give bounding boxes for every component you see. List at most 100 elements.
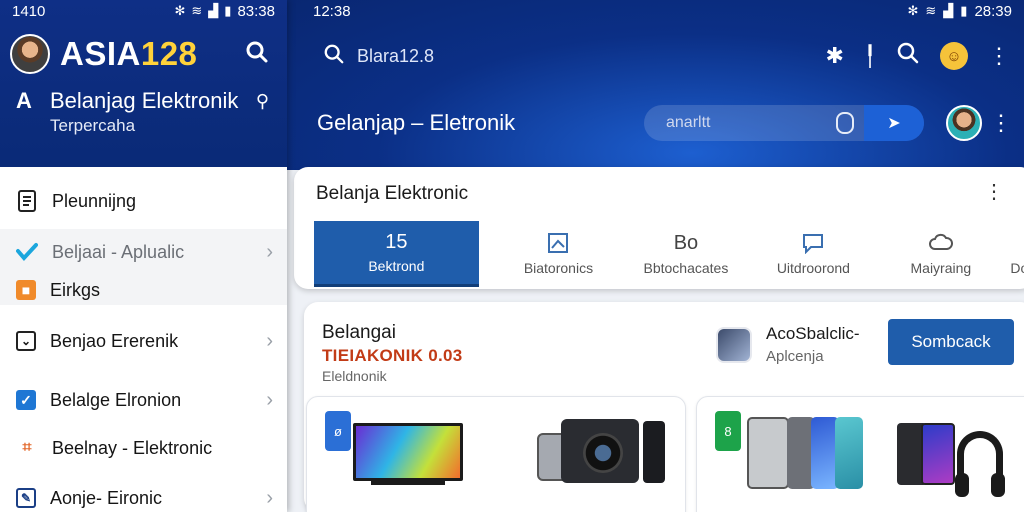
chevron-right-icon: › [266,486,273,509]
brand-row: ASIA128 [0,22,287,86]
tablet-image [921,423,955,485]
status-time: 1410 [12,2,46,20]
headphones-image [897,423,1017,497]
brand-number: 128 [140,35,198,72]
tab-partial[interactable]: Do [1005,221,1024,287]
orange-x-icon: ⌗ [22,439,32,456]
store-title: Belanjag Elektronik [50,88,239,113]
chevron-right-icon: › [266,240,273,263]
checkbox-icon: ✓ [16,390,36,410]
image-icon [547,232,569,254]
product-badge: ø [325,411,351,451]
store-subtitle: Terpercaha [50,116,136,135]
app-text: AcoSbalclic- Aplcenja [752,324,860,365]
search-icon[interactable] [323,43,345,70]
battery-icon: ▮ [960,3,968,18]
avatar[interactable] [10,34,50,74]
bluetooth-icon: ✻ [907,3,919,18]
product-badge: 8 [715,411,741,451]
menu-item-beljaai[interactable]: Beljaai - Aplualic › [0,229,287,275]
menu-label: Pleunnijng [52,190,137,211]
gear-icon[interactable]: ✱ [826,43,844,69]
send-button[interactable]: ➤ [864,105,924,141]
menu-item-aonje[interactable]: ✎ Aonje- Eironic › [0,473,287,512]
category-tabs: 15 Bektrond Biatoronics Bo Bbtochacates … [314,221,1024,287]
cloud-icon [928,232,953,254]
phones-image [747,417,867,489]
shield-check-icon [16,241,38,263]
promo-heading: Belangai [322,322,396,343]
promo-caption: Eleldnonik [322,368,387,384]
tab-bbtochacates[interactable]: Bo Bbtochacates [622,221,749,287]
status-icons: ✻ ≋ ▟ ▮ 28:39 [907,3,1012,20]
tab-label: Maiyraing [910,260,972,276]
menu-label: Benjao Ererenik [50,330,179,351]
more-vert-icon[interactable]: ⋮ [990,110,1012,136]
headphones-icon [955,431,1005,497]
category-card: Belanja Elektronic ⋮ 15 Bektrond Biatoro… [294,167,1024,289]
bluetooth-icon: ✻ [174,3,186,18]
page-title: Gelanjap – Eletronik [317,110,516,135]
square-chevron-icon: ⌄ [16,331,36,351]
tab-biatoronics[interactable]: Biatoronics [495,221,622,287]
navigation-drawer: 1410 ✻ ≋ ▟ ▮ 83:38 ASIA128 A Belanjag El… [0,0,287,512]
product-card[interactable]: ø [306,396,686,512]
app-name: AcoSbalclic- [766,324,860,343]
chevron-right-icon: › [266,329,273,352]
status-time: 12:38 [313,2,351,20]
tab-maiyraing[interactable]: Maiyraing [877,221,1004,287]
signal-icon: ▟ [208,3,219,18]
chat-icon [801,232,825,255]
toolbar-actions: ✱ ╿ ☺ ⋮ [826,41,1010,71]
menu-item-beelnay[interactable]: ⌗ Beelnay - Elektronic [0,425,287,471]
wifi-icon: ≋ [191,3,203,18]
drawer-header: 1410 ✻ ≋ ▟ ▮ 83:38 ASIA128 A Belanjag El… [0,0,287,167]
menu-item-pleunnijng[interactable]: Pleunnijng [0,173,287,229]
promo-action-button[interactable]: Sombcack [888,319,1014,365]
pin-icon[interactable]: ⚲ [256,91,269,112]
microphone-icon[interactable]: ╿ [864,44,876,69]
menu-label: Beljaai - Aplualic [52,241,185,262]
tab-uitdroorond[interactable]: Uitdroorond [750,221,877,287]
battery-icon: ▮ [224,3,232,18]
search-icon[interactable] [896,41,920,71]
store-row: A Belanjag Elektronik ⚲ [0,88,287,114]
rewards-icon[interactable]: ☺ [940,42,968,70]
tab-label: Uitdroorond [776,260,850,276]
attachment-icon[interactable] [836,112,854,134]
search-icon[interactable] [245,40,269,69]
promo-app[interactable]: AcoSbalclic- Aplcenja [716,324,860,365]
app-subtitle: Aplcenja [766,348,824,365]
menu-label: Eirkgs [50,279,101,300]
app-thumbnail [716,326,752,363]
tab-label: Bbtochacates [643,260,729,276]
main-header: 12:38 ✻ ≋ ▟ ▮ 28:39 Blara12.8 ✱ ╿ ☺ ⋮ Ge… [287,0,1024,170]
menu-item-benjao[interactable]: ⌄ Benjao Ererenik › [0,309,287,373]
phone-image [747,417,789,489]
edit-square-icon: ✎ [16,488,36,508]
top-toolbar: Blara12.8 ✱ ╿ ☺ ⋮ [323,36,1010,76]
tab-icon-text: Bo [673,232,699,254]
more-vert-icon[interactable]: ⋮ [984,179,1004,204]
menu-item-eirkgs[interactable]: ■ Eirkgs [0,275,287,305]
search-pill[interactable]: anarltt ➤ [644,105,924,141]
status-bar: 12:38 ✻ ≋ ▟ ▮ 28:39 [287,0,1024,22]
search-input[interactable]: Blara12.8 [357,46,434,67]
camera-lens [583,433,623,473]
tab-label: Bektrond [368,258,425,274]
signal-icon: ▟ [943,3,954,18]
product-card[interactable]: 8 [696,396,1024,512]
drawer-menu: Pleunnijng Beljaai - Aplualic › ■ Eirkgs… [0,173,287,512]
tab-bektrond[interactable]: 15 Bektrond [314,221,479,287]
orange-tag-icon: ■ [16,280,36,300]
status-clock: 28:39 [974,2,1012,20]
avatar[interactable] [946,105,982,141]
menu-label: Aonje- Eironic [50,487,163,508]
more-vert-icon[interactable]: ⋮ [988,43,1010,69]
menu-item-belalge[interactable]: ✓ Belalge Elronion › [0,375,287,425]
category-card-title: Belanja Elektronic [316,183,469,204]
document-icon [16,190,38,212]
tv-image [353,423,463,481]
phone-image [643,421,665,483]
pill-input[interactable]: anarltt [666,114,710,132]
